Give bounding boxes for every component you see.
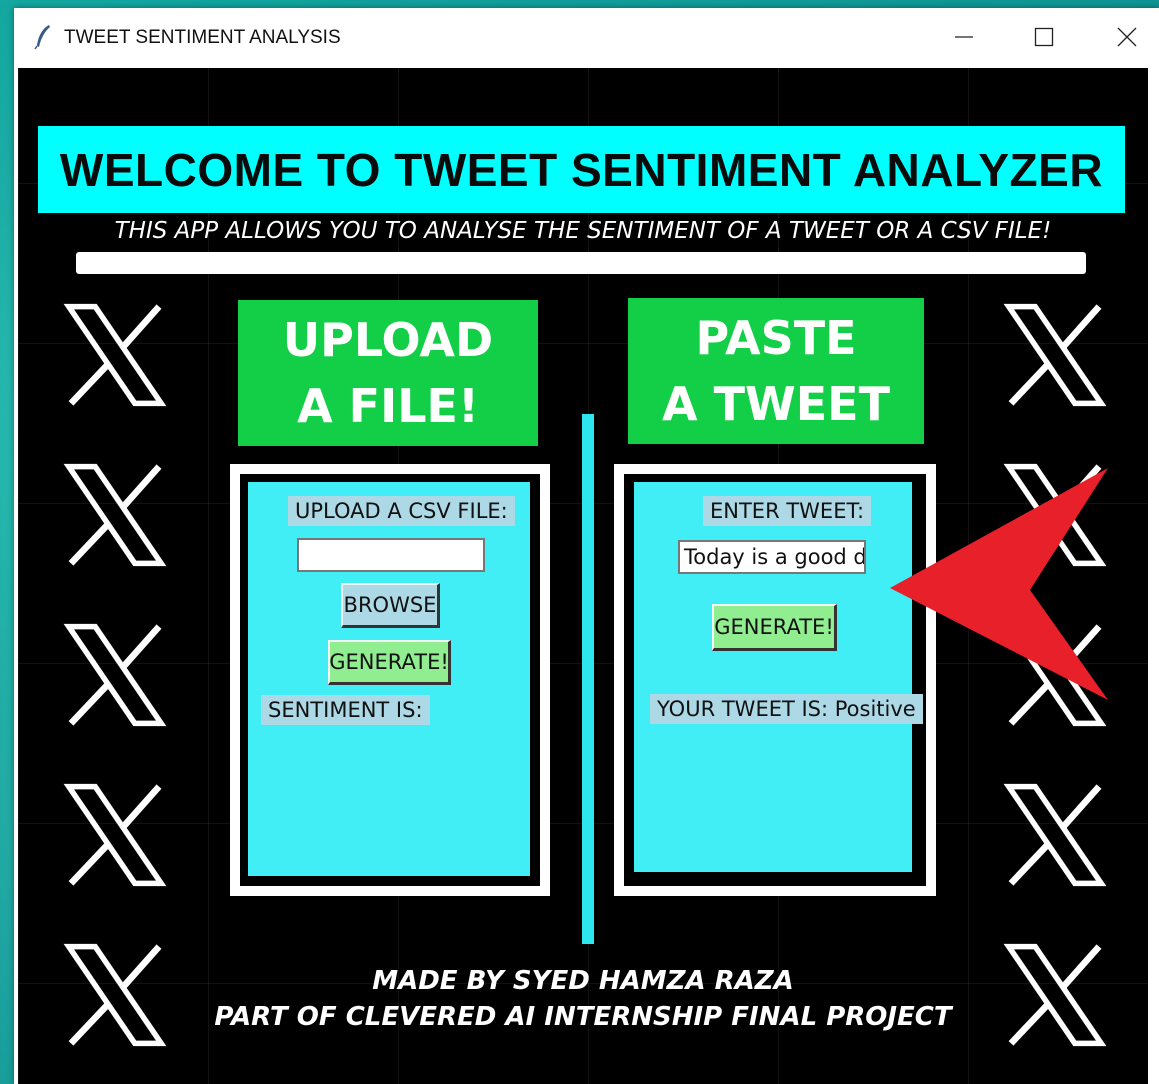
tweet-result-label: YOUR TWEET IS: Positive — [650, 694, 923, 724]
footer-author: MADE BY SYED HAMZA RAZA — [372, 966, 794, 996]
red-arrow-icon — [890, 468, 1108, 700]
x-logo-icon — [63, 463, 167, 567]
tweet-input[interactable]: Today is a good day — [678, 540, 866, 574]
feather-icon — [34, 25, 50, 50]
banner-title: WELCOME TO TWEET SENTIMENT ANALYZER — [59, 143, 1104, 196]
minimize-button[interactable] — [924, 8, 1004, 66]
app-subtitle: THIS APP ALLOWS YOU TO ANALYSE THE SENTI… — [114, 218, 1052, 244]
paste-heading: PASTE A TWEET — [628, 298, 924, 444]
file-path-input[interactable] — [297, 538, 485, 572]
x-logo-icon — [1003, 303, 1107, 407]
close-icon — [1117, 27, 1137, 47]
x-logo-icon — [1003, 783, 1107, 887]
paste-heading-line2: A TWEET — [662, 377, 890, 431]
upload-heading-line1: UPLOAD — [282, 313, 494, 367]
paste-heading-line1: PASTE — [695, 311, 857, 365]
sentiment-result-label: SENTIMENT IS: — [261, 695, 430, 725]
browse-button[interactable]: BROWSE — [341, 583, 440, 628]
x-logo-icon — [63, 783, 167, 887]
app-canvas: WELCOME TO TWEET SENTIMENT ANALYZER THIS… — [18, 68, 1148, 1084]
window-title: TWEET SENTIMENT ANALYSIS — [64, 27, 341, 48]
tweet-panel: ENTER TWEET: Today is a good day GENERAT… — [634, 482, 923, 872]
enter-tweet-label: ENTER TWEET: — [703, 496, 872, 526]
maximize-button[interactable] — [1004, 8, 1084, 66]
upload-heading-line2: A FILE! — [297, 379, 479, 433]
title-bar[interactable]: TWEET SENTIMENT ANALYSIS — [14, 8, 1159, 66]
footer-project: PART OF CLEVERED AI INTERNSHIP FINAL PRO… — [214, 1002, 952, 1032]
upload-heading: UPLOAD A FILE! — [238, 300, 538, 446]
x-logo-icon — [63, 623, 167, 727]
x-logo-icon — [63, 303, 167, 407]
welcome-banner: WELCOME TO TWEET SENTIMENT ANALYZER — [38, 126, 1125, 213]
minimize-icon — [955, 36, 973, 38]
upload-panel: UPLOAD A CSV FILE: BROWSE GENERATE! SENT… — [248, 482, 530, 876]
upload-csv-label: UPLOAD A CSV FILE: — [288, 496, 515, 526]
maximize-icon — [1034, 27, 1054, 47]
close-button[interactable] — [1087, 8, 1159, 66]
app-window: TWEET SENTIMENT ANALYSIS WELCOME TO TWEE… — [14, 8, 1159, 1084]
divider-bar — [76, 252, 1086, 274]
center-separator — [582, 414, 594, 944]
tweet-generate-button[interactable]: GENERATE! — [712, 604, 837, 651]
upload-generate-button[interactable]: GENERATE! — [328, 640, 451, 685]
